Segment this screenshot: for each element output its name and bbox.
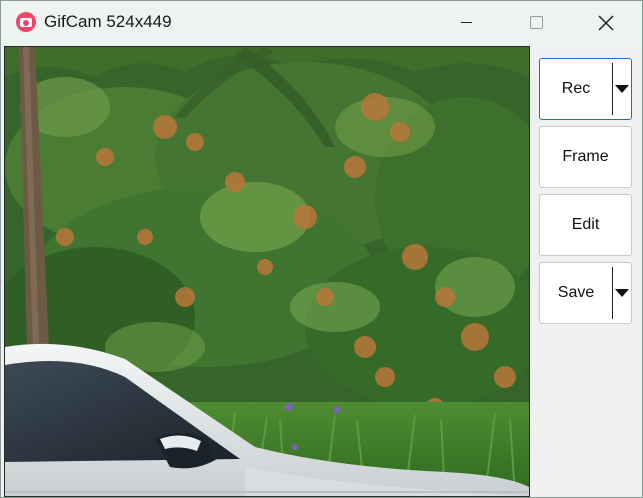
maximize-button[interactable] bbox=[501, 1, 571, 45]
close-icon bbox=[598, 15, 614, 31]
frame-button[interactable]: Frame bbox=[539, 126, 632, 188]
edit-button-label: Edit bbox=[571, 216, 600, 233]
rec-dropdown-arrow-icon[interactable] bbox=[613, 59, 631, 119]
captured-scene-image bbox=[5, 47, 529, 496]
title-bar[interactable]: GifCam 524x449 bbox=[1, 1, 642, 45]
close-button[interactable] bbox=[571, 1, 641, 45]
edit-button[interactable]: Edit bbox=[539, 194, 632, 256]
minimize-icon bbox=[461, 22, 472, 23]
maximize-icon bbox=[530, 16, 543, 29]
camera-record-icon bbox=[16, 12, 36, 32]
gifcam-window: GifCam 524x449 Rec Frame Edit Save bbox=[0, 0, 643, 498]
window-title: GifCam 524x449 bbox=[44, 12, 172, 31]
save-dropdown-arrow-icon[interactable] bbox=[613, 263, 631, 323]
save-button[interactable]: Save bbox=[539, 262, 632, 324]
control-panel: Rec Frame Edit Save bbox=[531, 46, 642, 497]
capture-viewport[interactable] bbox=[4, 46, 530, 497]
rec-button-label: Rec bbox=[561, 80, 591, 97]
frame-button-label: Frame bbox=[562, 148, 609, 165]
minimize-button[interactable] bbox=[431, 1, 501, 45]
rec-button[interactable]: Rec bbox=[539, 58, 632, 120]
save-button-label: Save bbox=[557, 284, 595, 301]
